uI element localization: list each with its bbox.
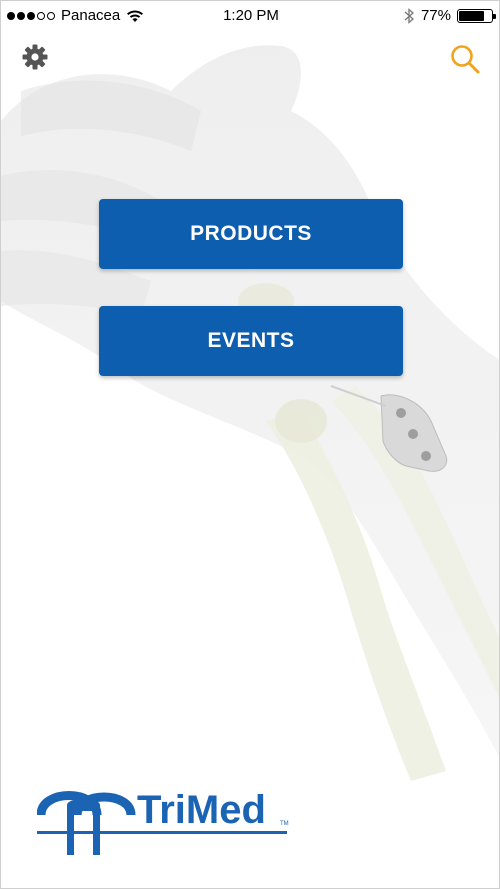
bluetooth-icon xyxy=(404,7,414,24)
trimed-logo: TriMed TM xyxy=(37,788,289,855)
battery-percent: 77% xyxy=(420,7,451,24)
battery-level xyxy=(459,10,484,21)
products-button[interactable]: PRODUCTS xyxy=(99,199,403,269)
gear-icon[interactable] xyxy=(21,43,49,71)
search-icon[interactable] xyxy=(449,43,481,75)
status-bar: Panacea 1:20 PM 77% xyxy=(1,1,499,31)
app-screen: Panacea 1:20 PM 77% PRODUCTS EVENTS TriM… xyxy=(0,0,500,889)
background-hand-illustration xyxy=(1,45,499,781)
logo-wordmark: TriMed xyxy=(137,788,266,832)
battery-icon xyxy=(457,8,496,23)
logo-trademark: TM xyxy=(280,821,289,827)
status-bar-right: 77% xyxy=(403,7,496,24)
events-button[interactable]: EVENTS xyxy=(99,306,403,376)
